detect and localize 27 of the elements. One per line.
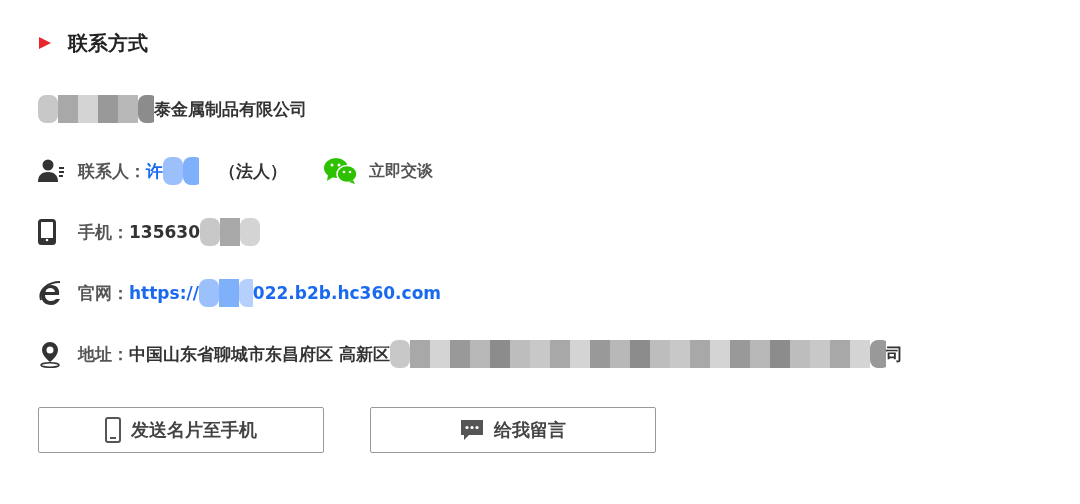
leave-message-button[interactable]: 给我留言 [370, 407, 656, 453]
location-pin-icon [38, 340, 62, 368]
field-label: 官网： [78, 281, 129, 305]
chat-bubbles-icon [323, 157, 359, 185]
redaction-mosaic [198, 279, 253, 307]
phone-icon [38, 219, 56, 245]
website-link[interactable]: 022.b2b.hc360.com [252, 283, 442, 303]
address-text: 中国山东省聊城市东昌府区 高新区 [129, 342, 390, 366]
phone-number: 135630 [129, 222, 200, 242]
section-title: 联系方式 [68, 29, 148, 57]
field-label: 地址： [78, 342, 129, 366]
contact-name-link[interactable]: 许 [146, 159, 163, 183]
send-card-button[interactable]: 发送名片至手机 [38, 407, 324, 453]
triangle-marker-icon [38, 36, 52, 50]
contact-role: （法人） [219, 159, 287, 183]
field-label: 手机： [78, 220, 129, 244]
website-link[interactable]: https:// [129, 283, 199, 303]
browser-e-icon [38, 280, 62, 306]
company-name: 泰金属制品有限公司 [154, 97, 307, 121]
field-label: 联系人： [78, 159, 146, 183]
person-icon [38, 159, 64, 183]
message-bubble-icon [460, 418, 484, 442]
redaction-mosaic [200, 218, 260, 246]
redaction-mosaic [163, 157, 199, 185]
address-text: 司 [885, 342, 903, 366]
chat-now-link[interactable]: 立即交谈 [323, 157, 433, 185]
phone-icon [105, 417, 121, 443]
